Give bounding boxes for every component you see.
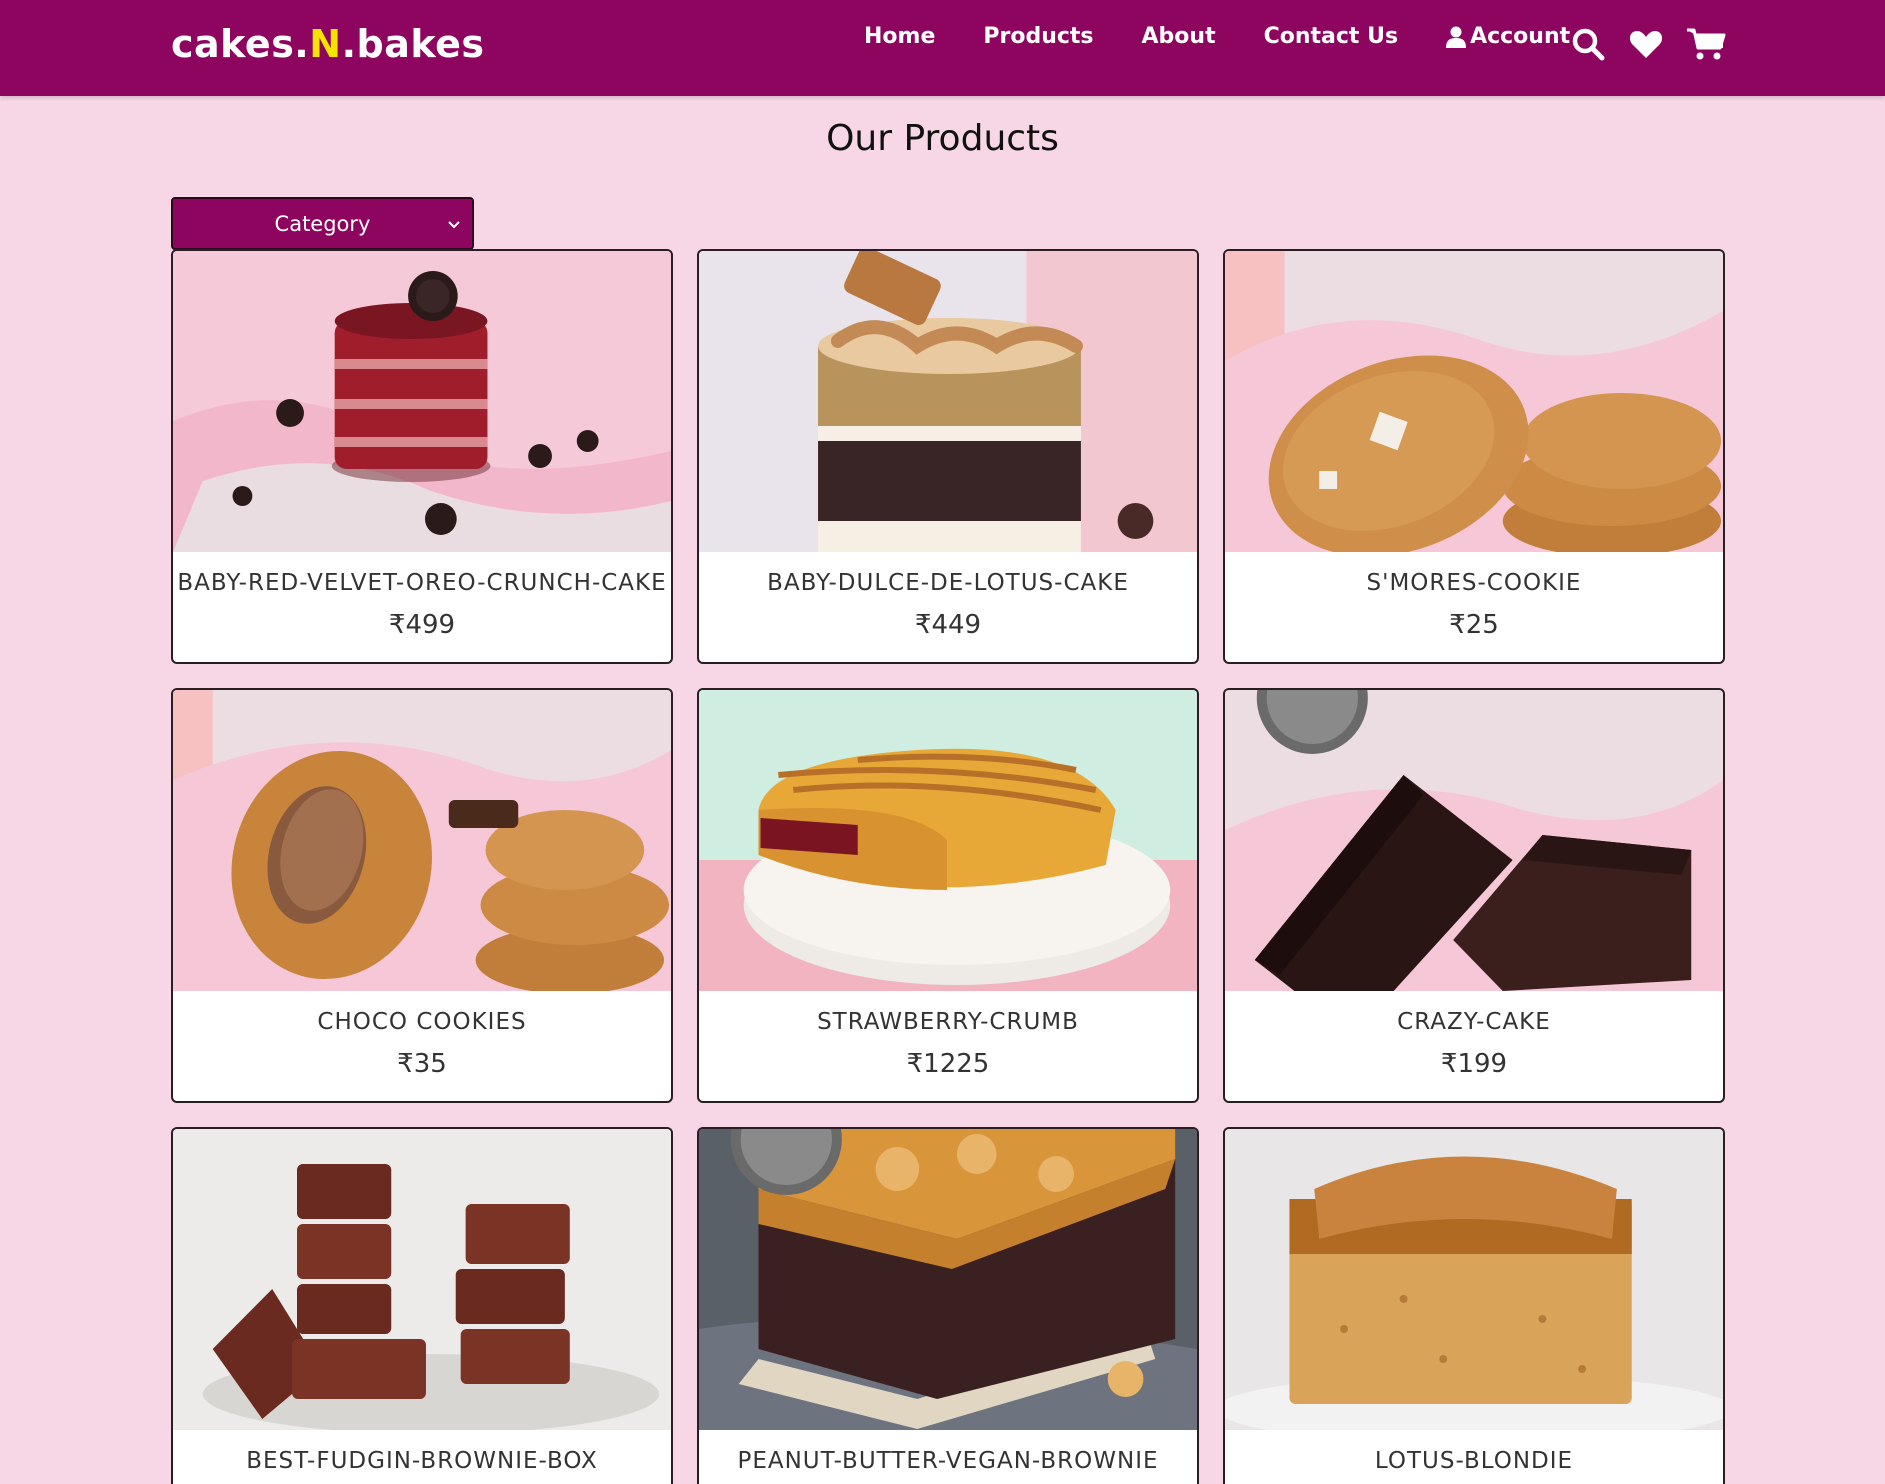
product-card[interactable]: S'MORES-COOKIE ₹25 [1223,249,1725,664]
main-nav: Home Products About Contact Us Account [864,24,1570,49]
product-name: BEST-FUDGIN-BROWNIE-BOX [246,1448,598,1474]
nav-link-contact[interactable]: Contact Us [1264,24,1398,49]
brand-logo[interactable]: cakes.N.bakes [171,22,484,66]
product-image-peanut-butter-brownie [699,1129,1197,1430]
product-image-lotus-cake [699,251,1197,552]
category-dropdown[interactable]: Category [171,197,474,250]
product-image-lotus-blondie [1225,1129,1723,1430]
chevron-down-icon [448,221,460,229]
cart-icon[interactable] [1686,26,1726,62]
nav-link-account[interactable]: Account [1446,24,1570,49]
product-name: S'MORES-COOKIE [1366,570,1582,596]
product-card[interactable]: CRAZY-CAKE ₹199 [1223,688,1725,1103]
brand-prefix: cakes. [171,22,310,66]
account-label: Account [1470,24,1571,49]
page-title: Our Products [826,118,1059,159]
nav-link-about[interactable]: About [1142,24,1216,49]
product-image-smores-cookie [1225,251,1723,552]
product-name: PEANUT-BUTTER-VEGAN-BROWNIE [737,1448,1159,1474]
product-image-red-velvet-cake [173,251,671,552]
product-card[interactable]: LOTUS-BLONDIE [1223,1127,1725,1484]
product-card[interactable]: STRAWBERRY-CRUMB ₹1225 [697,688,1199,1103]
product-card[interactable]: BABY-RED-VELVET-OREO-CRUNCH-CAKE ₹499 [171,249,673,664]
product-price: ₹449 [914,610,982,640]
brand-suffix: .bakes [341,22,485,66]
nav-link-home[interactable]: Home [864,24,935,49]
product-card[interactable]: BABY-DULCE-DE-LOTUS-CAKE ₹449 [697,249,1199,664]
product-name: CRAZY-CAKE [1397,1009,1551,1035]
product-price: ₹35 [397,1049,447,1079]
product-card[interactable]: BEST-FUDGIN-BROWNIE-BOX [171,1127,673,1484]
product-image-choco-cookies [173,690,671,991]
product-name: BABY-DULCE-DE-LOTUS-CAKE [767,570,1129,596]
search-icon[interactable] [1570,26,1606,62]
category-label: Category [274,211,371,236]
brand-accent: N [309,22,342,66]
product-name: STRAWBERRY-CRUMB [817,1009,1079,1035]
product-card[interactable]: CHOCO COOKIES ₹35 [171,688,673,1103]
product-name: BABY-RED-VELVET-OREO-CRUNCH-CAKE [177,570,667,596]
product-card[interactable]: PEANUT-BUTTER-VEGAN-BROWNIE [697,1127,1199,1484]
nav-icon-group [1570,26,1726,62]
product-price: ₹25 [1449,610,1499,640]
product-name: CHOCO COOKIES [317,1009,527,1035]
product-image-brownie-box [173,1129,671,1430]
product-image-strawberry-crumb [699,690,1197,991]
product-price: ₹1225 [906,1049,990,1079]
product-price: ₹499 [388,610,456,640]
product-image-crazy-cake [1225,690,1723,991]
product-name: LOTUS-BLONDIE [1374,1448,1574,1474]
nav-link-products[interactable]: Products [983,24,1093,49]
navbar: cakes.N.bakes Home Products About Contac… [0,0,1885,96]
user-icon [1446,26,1467,48]
product-price: ₹199 [1440,1049,1508,1079]
heart-icon[interactable] [1628,26,1664,62]
